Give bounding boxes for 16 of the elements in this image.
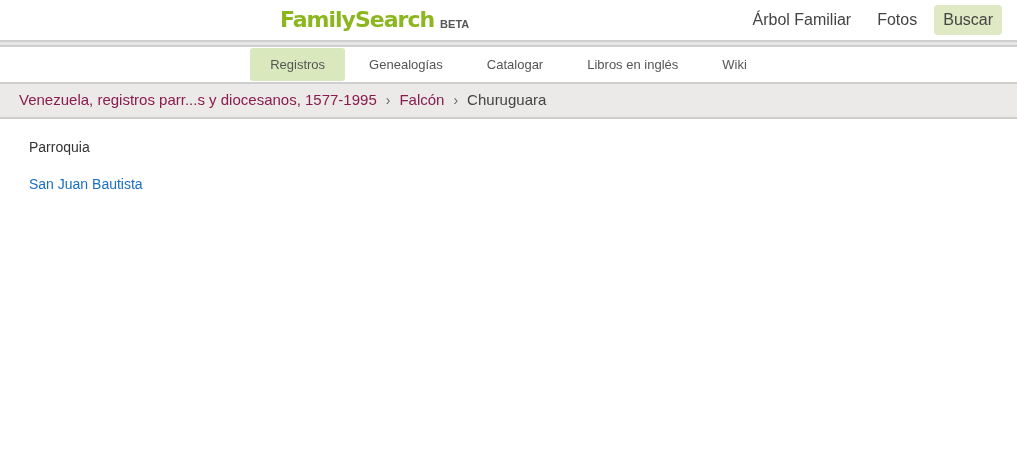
breadcrumb-separator: › <box>385 91 391 110</box>
nav-link[interactable]: Árbol Familiar <box>743 5 861 35</box>
parish-link[interactable]: San Juan Bautista <box>29 176 143 192</box>
nav-link[interactable]: Fotos <box>868 5 927 35</box>
tab[interactable]: Libros en inglés <box>567 47 699 82</box>
beta-label: BETA <box>440 16 470 32</box>
breadcrumb-separator: › <box>453 91 459 110</box>
tab[interactable]: Catalogar <box>466 47 564 82</box>
nav-link[interactable]: Buscar <box>934 5 1002 35</box>
tab[interactable]: Genealogías <box>349 47 463 82</box>
breadcrumb-current: Churuguara <box>467 90 547 111</box>
breadcrumb-link[interactable]: Venezuela, registros parr...s y diocesanos, 1577-1995 <box>19 89 377 112</box>
section-heading: Parroquia <box>29 138 91 157</box>
tab[interactable]: Registros <box>250 47 346 82</box>
tab[interactable]: Wiki <box>702 47 767 82</box>
breadcrumb-link[interactable]: Falcón <box>399 89 445 112</box>
